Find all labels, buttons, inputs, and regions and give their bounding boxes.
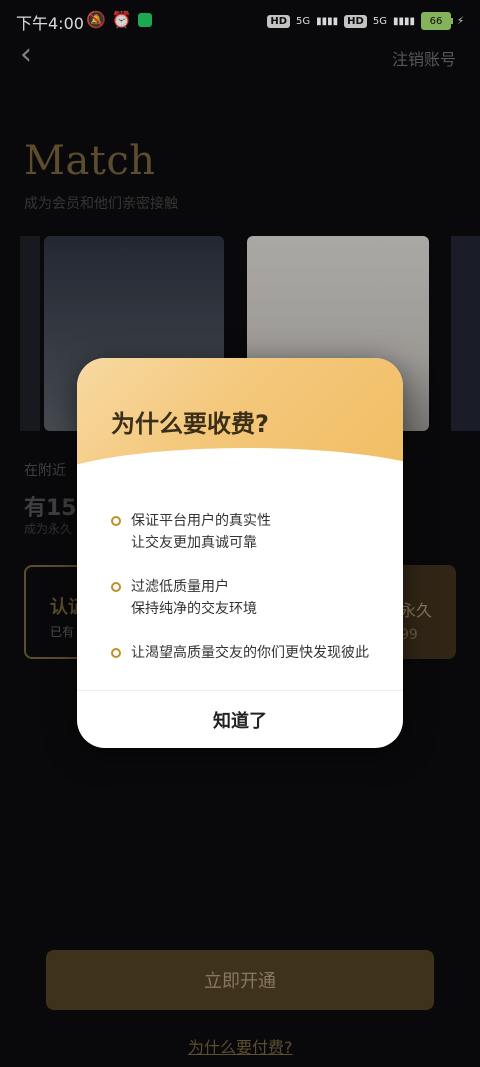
got-it-button[interactable]: 知道了 xyxy=(77,691,403,748)
reason-line: 保持纯净的交友环境 xyxy=(131,601,257,617)
bullet-icon xyxy=(111,582,121,592)
reason-item: 保证平台用户的真实性 让交友更加真诚可靠 xyxy=(111,510,381,554)
reason-text: 让渴望高质量交友的你们更快发现彼此 xyxy=(131,642,369,664)
reason-line: 保证平台用户的真实性 xyxy=(131,513,271,529)
reason-line: 让交友更加真诚可靠 xyxy=(131,535,257,551)
reason-item: 过滤低质量用户 保持纯净的交友环境 xyxy=(111,576,381,620)
why-fee-modal: 为什么要收费? 保证平台用户的真实性 让交友更加真诚可靠 过滤低质量用户 保持纯… xyxy=(77,358,403,748)
bullet-icon xyxy=(111,516,121,526)
bullet-icon xyxy=(111,648,121,658)
reason-line: 让渴望高质量交友的你们更快发现彼此 xyxy=(131,645,369,661)
reason-line: 过滤低质量用户 xyxy=(131,579,229,595)
reason-text: 保证平台用户的真实性 让交友更加真诚可靠 xyxy=(131,510,271,554)
reason-item: 让渴望高质量交友的你们更快发现彼此 xyxy=(111,642,381,664)
reason-list: 保证平台用户的真实性 让交友更加真诚可靠 过滤低质量用户 保持纯净的交友环境 让… xyxy=(111,510,381,686)
reason-text: 过滤低质量用户 保持纯净的交友环境 xyxy=(131,576,257,620)
modal-title: 为什么要收费? xyxy=(111,410,269,438)
